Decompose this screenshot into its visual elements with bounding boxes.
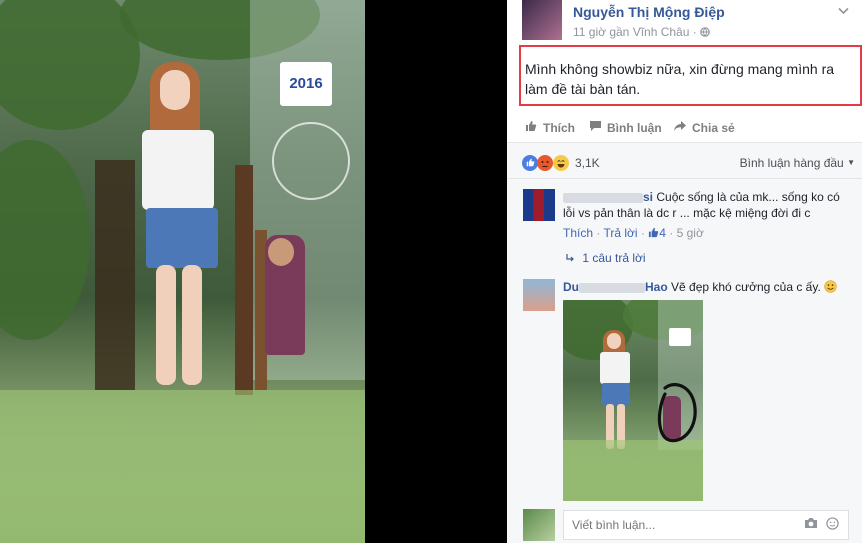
comment-sort-dropdown[interactable]: Bình luận hàng đầu ▼ [740,156,855,170]
like-label: Thích [543,121,575,135]
person-shirt [142,130,214,210]
thumbs-up-icon [524,120,538,135]
caret-down-icon: ▼ [847,158,855,167]
post-photo[interactable]: 2016 [0,0,365,543]
grass-foreground [0,390,365,543]
post-status-text: Mình không showbiz nữa, xin đừng mang mì… [519,45,862,106]
comment-text: Vẽ đẹp khó cưởng của c ấy. [671,280,821,294]
person-shorts [146,208,218,268]
door-frame [235,165,253,395]
person-shirt [600,352,630,384]
comment-body: Du Hao Vẽ đẹp khó cưởng của c ấy. [563,279,853,295]
comment-body: si Cuộc sống là của mk... sống ko có lỗi… [563,189,853,241]
haha-reaction-icon [553,155,569,171]
blurred-name [579,282,645,293]
like-reaction-icon [522,155,538,171]
like-button[interactable]: Thích [524,120,575,135]
cafe-logo [272,122,350,200]
cafe-sign: 2016 [280,62,332,106]
commenter-name[interactable]: Du Hao [563,280,668,294]
post-header: Nguyễn Thị Mộng Điệp 11 giờ gần Vĩnh Châ… [522,0,862,42]
comment-time[interactable]: 5 giờ [677,226,704,240]
smiley-icon [824,280,837,294]
person-face [607,333,621,349]
background-person-head [268,238,294,266]
share-arrow-icon [673,120,687,135]
speech-bubble-icon [588,120,602,135]
commenter-name[interactable]: si [563,190,653,204]
commenter-avatar[interactable] [523,279,555,311]
comment-meta: Thích · Trả lời · 4 · 5 giờ [563,226,704,240]
cafe-sign [669,328,691,346]
share-label: Chia sẻ [692,121,735,135]
author-avatar[interactable] [522,0,562,40]
post-actions: Thích Bình luận Chia sẻ [522,117,857,139]
hand-drawn-circle [657,383,697,443]
camera-icon[interactable] [804,517,818,532]
comment-like-link[interactable]: Thích [563,226,593,240]
foliage [0,0,140,130]
comment-like-count[interactable]: 4 [648,226,669,240]
chevron-down-icon[interactable] [838,4,849,18]
share-button[interactable]: Chia sẻ [673,120,735,135]
person-shorts [602,383,630,405]
person-leg [156,265,176,385]
divider [507,178,862,179]
comment-attached-photo[interactable] [563,300,703,501]
reaction-count: 3,1K [575,156,600,170]
current-user-avatar [523,509,555,541]
angry-reaction-icon [537,155,553,171]
post-meta: 11 giờ gần Vĩnh Châu · [573,25,710,39]
grass-foreground [563,440,703,501]
sticker-icon[interactable] [826,517,839,533]
photo-viewer: 2016 [0,0,507,543]
comment-button[interactable]: Bình luận [588,120,662,135]
sort-label: Bình luận hàng đầu [739,156,844,170]
person-leg [182,265,202,385]
reactions-summary[interactable]: 3,1K [522,155,622,171]
author-name[interactable]: Nguyễn Thị Mộng Điệp [573,4,725,20]
door [95,160,135,390]
person-face [160,70,190,110]
globe-icon [700,25,710,39]
reply-arrow-icon [565,251,578,265]
post-time-location[interactable]: 11 giờ gần Vĩnh Châu · [573,25,700,39]
comment-composer [523,509,853,541]
foliage [0,140,90,340]
comment-label: Bình luận [607,121,662,135]
view-replies-link[interactable]: 1 câu trả lời [565,251,646,265]
comment-reply-link[interactable]: Trả lời [603,226,637,240]
commenter-avatar[interactable] [523,189,555,221]
blurred-name [563,192,643,203]
thumbs-up-icon [649,227,659,238]
